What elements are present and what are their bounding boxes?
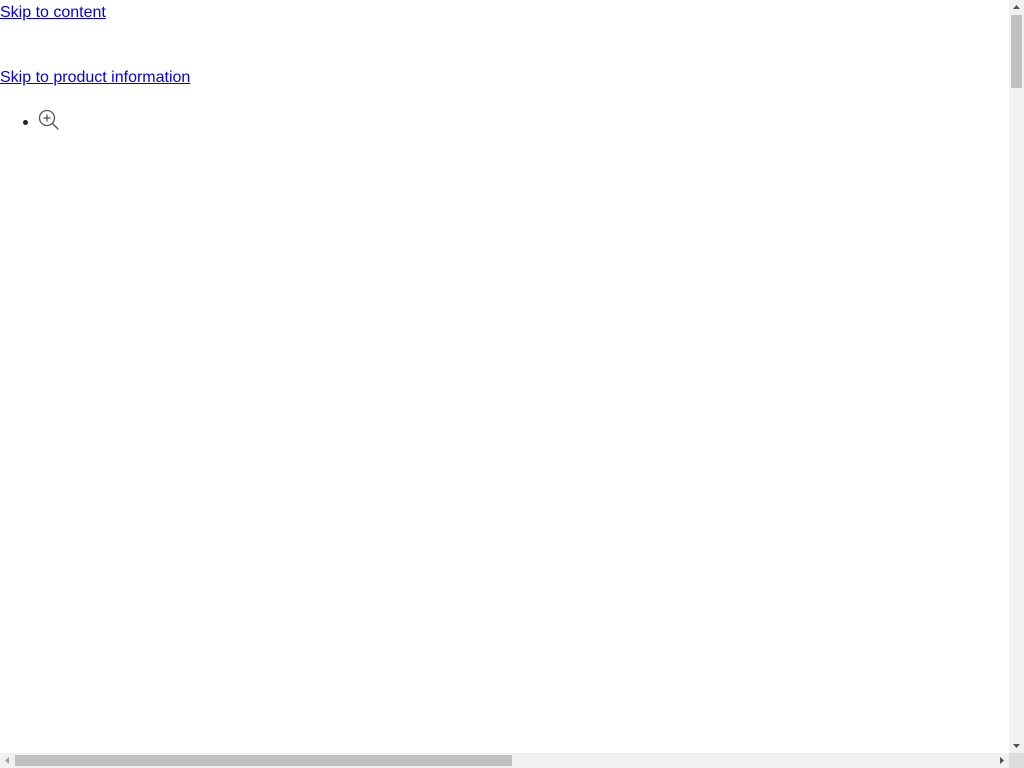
horizontal-scrollbar[interactable] xyxy=(0,753,1009,768)
zoom-in-button[interactable] xyxy=(38,109,61,132)
scroll-up-arrow-icon[interactable] xyxy=(1009,0,1024,14)
page-viewport: Skip to content Skip to product informat… xyxy=(0,0,1009,753)
list-bullet xyxy=(23,120,28,125)
skip-to-product-information-link[interactable]: Skip to product information xyxy=(0,68,190,88)
scroll-down-arrow-icon[interactable] xyxy=(1009,739,1024,753)
horizontal-scrollbar-thumb[interactable] xyxy=(15,755,512,766)
vertical-scrollbar[interactable] xyxy=(1009,0,1024,753)
zoom-in-icon xyxy=(38,109,59,130)
scroll-left-arrow-icon[interactable] xyxy=(0,753,14,768)
scrollbar-corner xyxy=(1009,753,1024,768)
scroll-right-arrow-icon[interactable] xyxy=(995,753,1009,768)
vertical-scrollbar-thumb[interactable] xyxy=(1011,15,1022,88)
skip-to-content-link[interactable]: Skip to content xyxy=(0,3,106,23)
